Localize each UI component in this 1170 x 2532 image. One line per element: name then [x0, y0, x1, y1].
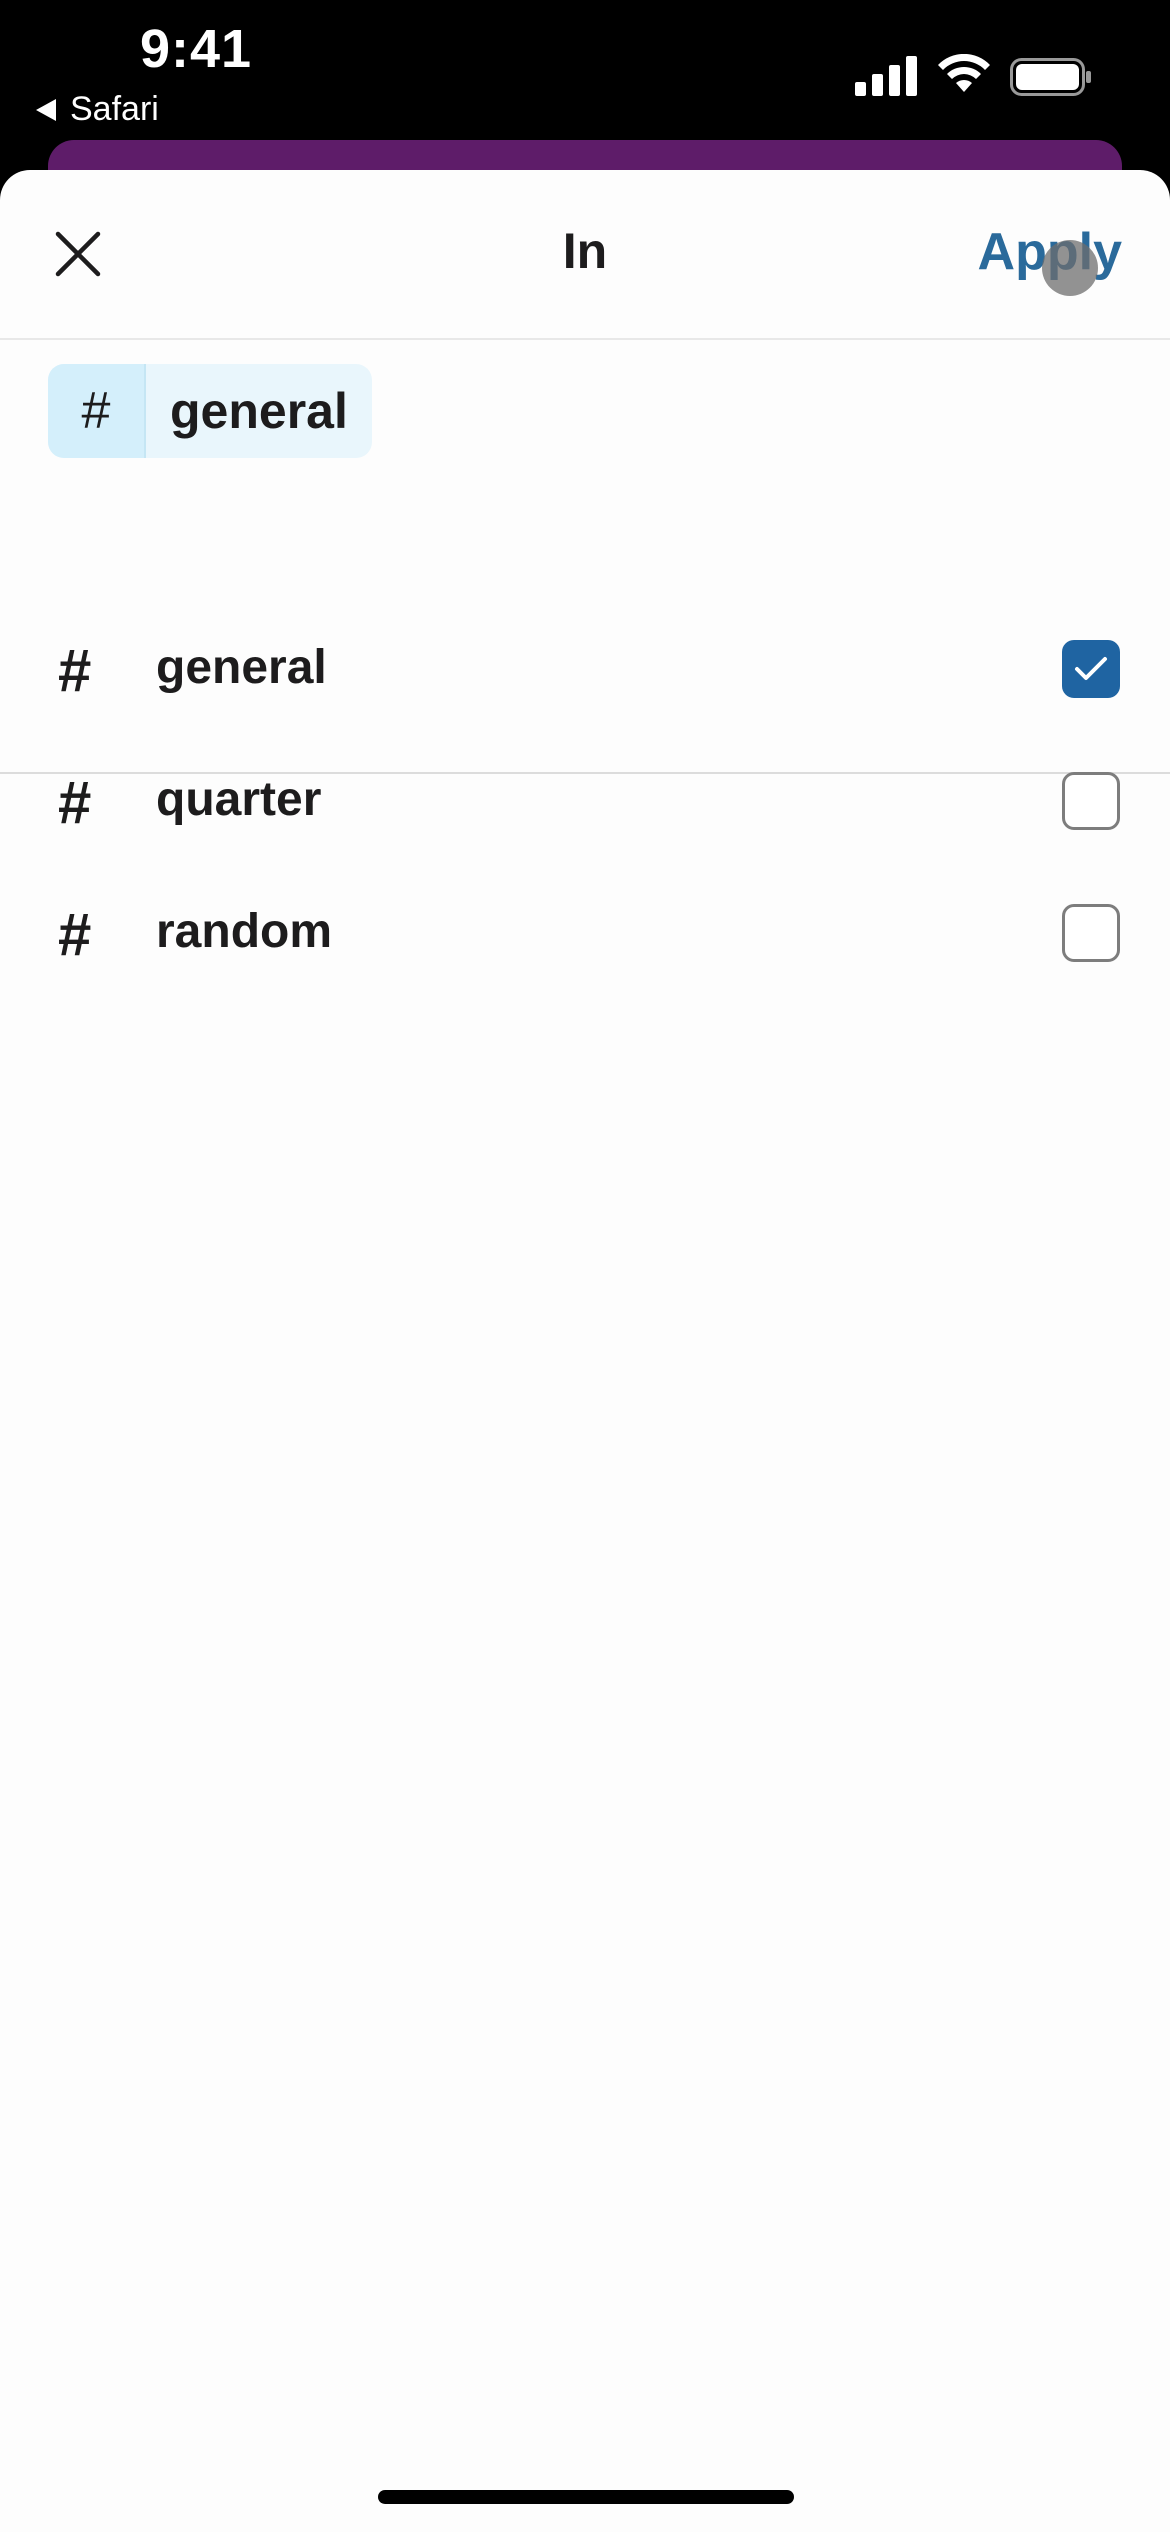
status-time: 9:41: [140, 19, 253, 79]
back-app-label: Safari: [70, 90, 159, 128]
chip-label: general: [170, 383, 348, 439]
battery-icon: [1010, 58, 1091, 96]
channel-checkbox-quarter[interactable]: [1062, 772, 1120, 830]
checkmark-icon: [1075, 657, 1107, 680]
channel-hash-icon: #: [58, 769, 92, 836]
channel-name: random: [156, 905, 333, 958]
channel-name: general: [156, 641, 327, 694]
filter-sheet: In Apply # general # general #: [0, 170, 1170, 2532]
cellular-signal-icon: [855, 56, 917, 96]
wifi-icon: [938, 54, 990, 92]
channel-checkbox-general[interactable]: [1062, 640, 1120, 698]
selected-channel-chip[interactable]: # general: [48, 364, 372, 458]
channel-row-random[interactable]: # random: [0, 868, 1170, 1000]
screen: 9:41 Safari In # general # general # qua…: [0, 0, 1170, 2532]
channel-checkbox-random[interactable]: [1062, 904, 1120, 962]
channel-list: # general # quarter # random: [0, 604, 1170, 1000]
channel-row-quarter[interactable]: # quarter: [0, 736, 1170, 868]
channel-hash-icon: #: [58, 637, 92, 704]
home-indicator[interactable]: [378, 2490, 794, 2504]
back-arrow-icon: [36, 98, 56, 121]
sheet-header: In Apply: [0, 170, 1170, 340]
touch-indicator: [1042, 240, 1098, 296]
channel-hash-icon: #: [58, 901, 92, 968]
channel-name: quarter: [156, 773, 322, 826]
channel-row-general[interactable]: # general: [0, 604, 1170, 736]
chip-hash-icon: #: [48, 364, 146, 458]
back-to-safari-link[interactable]: Safari: [36, 90, 159, 129]
